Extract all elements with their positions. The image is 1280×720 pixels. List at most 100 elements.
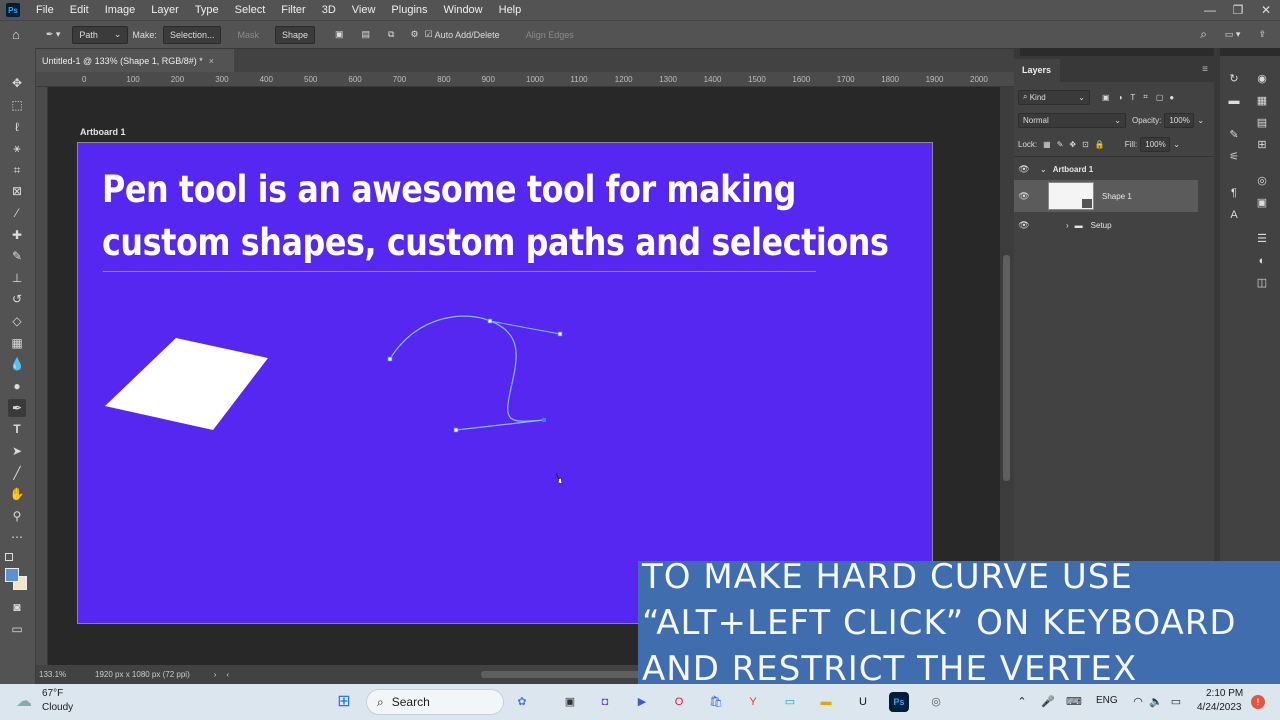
path-operations-icon[interactable]: ▣ — [329, 26, 350, 44]
chat-icon[interactable]: ◘ — [595, 692, 615, 712]
stamp-tool-icon[interactable]: ⊥ — [8, 269, 26, 287]
menu-edit[interactable]: Edit — [62, 4, 97, 16]
path-alignment-icon[interactable]: ▤ — [356, 26, 377, 44]
store-icon[interactable]: 🛍 — [706, 692, 726, 712]
dodge-tool-icon[interactable]: ● — [8, 377, 26, 395]
horizontal-ruler[interactable]: 0 100 200 300 400 500 600 700 800 900 1000 1100 1200… — [36, 72, 1014, 87]
minimize-button[interactable]: — — [1196, 3, 1224, 17]
close-tab-icon[interactable]: × — [209, 56, 214, 66]
volume-icon[interactable]: 🔈 — [1146, 692, 1166, 712]
weather-desc[interactable]: Cloudy — [42, 702, 73, 713]
lasso-tool-icon[interactable]: ℓ — [8, 118, 26, 136]
auto-add-delete-checkbox[interactable]: ☑ — [425, 26, 433, 44]
move-tool-icon[interactable]: ✥ — [8, 74, 26, 92]
menu-image[interactable]: Image — [97, 4, 144, 16]
paths-icon[interactable]: ◫ — [1253, 274, 1271, 292]
opera-icon[interactable]: O — [669, 692, 689, 712]
artboard-label[interactable]: Artboard 1 — [80, 127, 126, 137]
comments-icon[interactable]: ▬ — [1225, 92, 1243, 110]
visibility-eye-icon[interactable]: 👁 — [1014, 220, 1034, 231]
microphone-icon[interactable]: 🎤 — [1038, 692, 1058, 712]
file-explorer-icon[interactable]: ▬ — [816, 692, 836, 712]
patterns-icon[interactable]: ⊞ — [1253, 136, 1271, 154]
fill-input[interactable]: 100% — [1140, 136, 1171, 152]
menu-3d[interactable]: 3D — [314, 4, 344, 16]
photoshop-taskbar-icon[interactable]: Ps — [889, 692, 909, 712]
task-view-icon[interactable]: ▣ — [560, 692, 580, 712]
layer-row-shape[interactable]: 👁 Shape 1 — [1014, 180, 1198, 212]
history-icon[interactable]: ↻ — [1225, 70, 1243, 88]
gradients-icon[interactable]: ▤ — [1253, 114, 1271, 132]
filter-toggle-icon[interactable]: ● — [1169, 93, 1174, 102]
color-icon[interactable]: ◉ — [1253, 70, 1271, 88]
yandex-browser-icon[interactable]: Y — [743, 692, 763, 712]
properties-icon[interactable]: ▣ — [1253, 194, 1271, 212]
healing-brush-tool-icon[interactable]: ✚ — [8, 226, 26, 244]
libraries-icon[interactable]: ◎ — [1253, 172, 1271, 190]
filter-adjustment-icon[interactable]: ◑ — [1118, 93, 1123, 102]
pen-tool-icon[interactable]: ✒ — [8, 399, 26, 417]
cloud-icon[interactable]: ☁ — [16, 691, 32, 711]
menu-file[interactable]: File — [28, 4, 62, 16]
share-icon[interactable]: ⇪ — [1252, 26, 1272, 44]
visibility-eye-icon[interactable]: 👁 — [1014, 164, 1034, 175]
panel-menu-icon[interactable]: ≡ — [1202, 64, 1208, 75]
scroll-left-arrow[interactable]: ‹ — [226, 670, 229, 679]
status-menu-arrow[interactable]: › — [214, 670, 217, 679]
blur-tool-icon[interactable]: 💧 — [8, 355, 26, 373]
quick-mask-icon[interactable]: ◙ — [8, 598, 26, 616]
clock-time[interactable]: 2:10 PM — [1206, 688, 1243, 699]
copilot-icon[interactable]: ✿ — [512, 692, 532, 712]
close-button[interactable]: ✕ — [1252, 3, 1280, 17]
home-icon[interactable]: ⌂ — [6, 26, 26, 44]
make-mask-button[interactable]: Mask — [231, 26, 265, 44]
magic-wand-tool-icon[interactable]: ⚹ — [8, 139, 26, 157]
marquee-tool-icon[interactable]: ⬚ — [8, 96, 26, 114]
search-icon[interactable]: ⌕ — [1194, 26, 1213, 44]
scrollbar-thumb[interactable] — [1003, 255, 1010, 481]
pen-tool-preset-icon[interactable]: ✒ ▾ — [40, 26, 67, 44]
lock-artboard-icon[interactable]: ⊡ — [1082, 140, 1089, 149]
gear-icon[interactable]: ⚙ — [404, 26, 424, 44]
clipchamp-icon[interactable]: ▶ — [632, 692, 652, 712]
layers-tab[interactable]: Layers — [1014, 59, 1060, 82]
expand-chevron-icon[interactable]: ⌄ — [1040, 165, 1047, 174]
layer-row-artboard[interactable]: 👁 ⌄ Artboard 1 — [1014, 160, 1200, 178]
visibility-eye-icon[interactable]: 👁 — [1014, 191, 1034, 202]
align-edges-label[interactable]: Align Edges — [520, 26, 580, 44]
adjustments-icon[interactable]: ☰ — [1253, 230, 1271, 248]
weather-temp[interactable]: 67°F — [42, 688, 63, 699]
gradient-tool-icon[interactable]: ▦ — [8, 334, 26, 352]
menu-help[interactable]: Help — [491, 4, 530, 16]
menu-select[interactable]: Select — [227, 4, 274, 16]
opacity-input[interactable]: 100% — [1164, 112, 1195, 128]
menu-view[interactable]: View — [344, 4, 384, 16]
taskbar-search[interactable]: ⌕ Search — [366, 689, 504, 715]
path-selection-tool-icon[interactable]: ➤ — [8, 442, 26, 460]
filter-smart-object-icon[interactable]: ▢ — [1156, 93, 1164, 102]
language-indicator[interactable]: ENG — [1096, 695, 1118, 706]
lock-all-icon[interactable]: 🔒 — [1095, 140, 1105, 149]
show-hidden-icons[interactable]: ⌃ — [1012, 692, 1032, 712]
channels-icon[interactable]: ◐ — [1253, 252, 1271, 270]
frame-tool-icon[interactable]: ⊠ — [8, 182, 26, 200]
brush-tool-icon[interactable]: ✎ — [8, 247, 26, 265]
monitor-icon[interactable]: ▭ — [780, 692, 800, 712]
menu-type[interactable]: Type — [187, 4, 227, 16]
adjust-icon[interactable]: ⚟ — [1225, 148, 1243, 166]
hand-tool-icon[interactable]: ✋ — [8, 485, 26, 503]
brush-settings-icon[interactable]: ✎ — [1225, 126, 1243, 144]
type-tool-icon[interactable]: T — [8, 420, 26, 438]
chevron-down-icon[interactable]: ⌄ — [1197, 116, 1204, 125]
lock-position-icon[interactable]: ✥ — [1069, 140, 1076, 149]
zoom-tool-icon[interactable]: ⚲ — [8, 507, 26, 525]
artboard[interactable]: Pen tool is an awesome tool for making c… — [77, 142, 933, 624]
lock-transparent-icon[interactable]: ▦ — [1043, 140, 1051, 149]
blend-mode-select[interactable]: Normal ⌄ — [1018, 112, 1126, 128]
line-tool-icon[interactable]: ╱ — [8, 464, 26, 482]
restore-button[interactable]: ❐ — [1224, 3, 1252, 17]
foreground-color-swatch[interactable] — [5, 568, 19, 582]
eyedropper-tool-icon[interactable]: ⁄ — [8, 204, 26, 222]
unreal-engine-icon[interactable]: U — [853, 692, 873, 712]
filter-pixel-icon[interactable]: ▣ — [1102, 93, 1110, 102]
